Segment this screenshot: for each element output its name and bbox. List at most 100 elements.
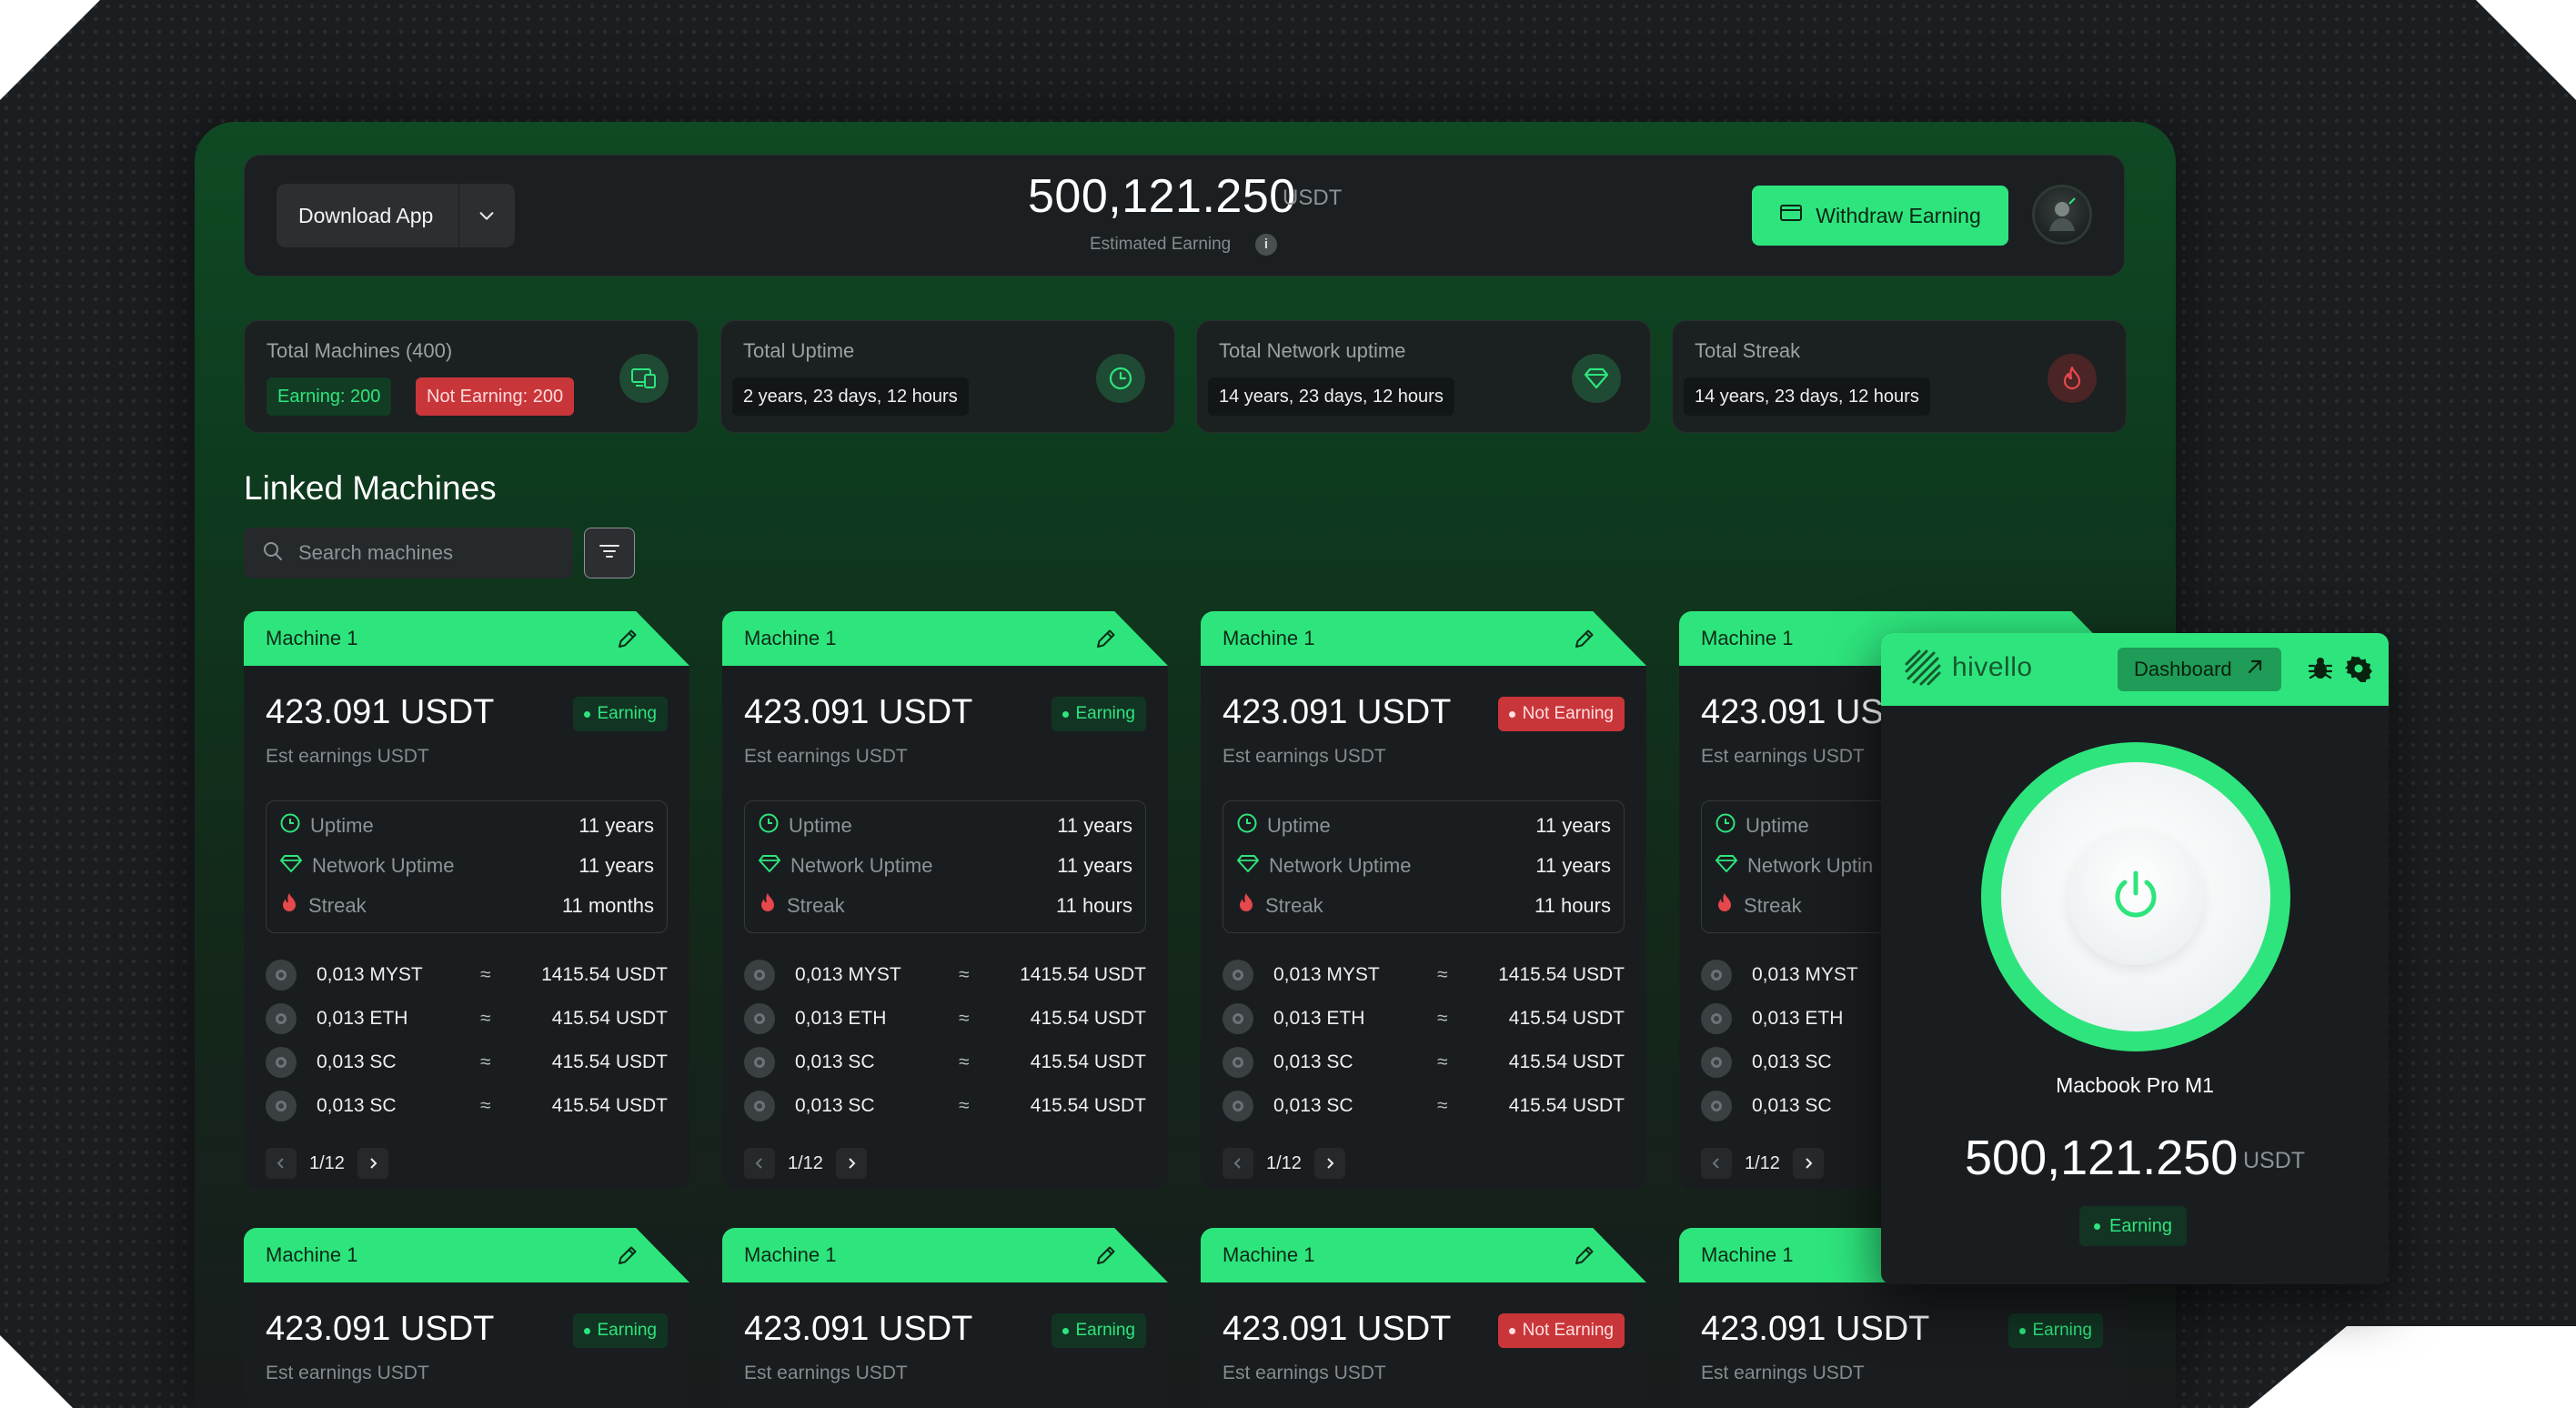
coin-row: 0,013 SC ≈415.54 USDT <box>1223 1084 1625 1128</box>
devices-icon <box>619 354 669 403</box>
total-machines-title: Total Machines (400) <box>267 339 453 362</box>
avatar[interactable] <box>2032 185 2092 245</box>
uptime-row: Uptime 11 years <box>1236 812 1611 840</box>
streak-value: 11 months <box>561 894 654 917</box>
search-machines-input[interactable] <box>298 541 562 565</box>
total-uptime-title: Total Uptime <box>743 339 855 362</box>
total-uptime-value: 2 years, 23 days, 12 hours <box>732 377 969 416</box>
clock-icon <box>279 812 301 840</box>
estimated-earning-label: Estimated Earning <box>1090 235 1232 254</box>
diamond-icon <box>758 853 781 879</box>
chevron-right-icon[interactable] <box>835 1148 867 1179</box>
chevron-left-icon[interactable] <box>744 1148 775 1179</box>
coin-row: 0,013 SC ≈415.54 USDT <box>744 1041 1146 1084</box>
edit-icon[interactable] <box>615 1242 640 1272</box>
status-badge: Earning <box>1051 697 1146 731</box>
chevron-down-icon[interactable] <box>459 206 514 226</box>
edit-icon[interactable] <box>1093 1242 1119 1272</box>
hivello-logo: hivello <box>1903 648 2033 688</box>
machine-card-header: Machine 1 <box>244 611 689 666</box>
chevron-left-icon[interactable] <box>1701 1148 1732 1179</box>
clock-icon <box>1715 812 1736 840</box>
info-icon[interactable]: i <box>1255 234 1277 256</box>
chevron-left-icon[interactable] <box>266 1148 297 1179</box>
eth-coin-icon <box>1701 1003 1732 1034</box>
machine-card[interactable]: Machine 1 423.091 USDT Earning Est earni… <box>722 1228 1168 1408</box>
chevron-left-icon[interactable] <box>1223 1148 1253 1179</box>
machine-card-body: 423.091 USDT Earning Est earnings USDT <box>722 1282 1168 1408</box>
streak-value: 11 hours <box>1535 894 1611 917</box>
machine-stats-box: Uptime 11 years Network Uptime 11 years St… <box>266 800 668 933</box>
power-disc <box>2001 762 2270 1031</box>
streak-label: Streak <box>1265 894 1323 917</box>
sc-coin-icon <box>1701 1091 1732 1121</box>
status-dot <box>583 710 590 718</box>
power-button[interactable] <box>2068 829 2204 965</box>
diamond-icon <box>1715 853 1738 879</box>
machine-card[interactable]: Machine 1 423.091 USDT Not Earning Est e… <box>1201 611 1646 1190</box>
filter-button[interactable] <box>584 528 635 578</box>
diamond-icon <box>279 853 303 879</box>
clock-icon <box>758 812 780 840</box>
status-dot <box>1062 1327 1069 1334</box>
sc-coin-icon <box>266 1047 297 1078</box>
coin-row: 0,013 SC ≈415.54 USDT <box>266 1041 668 1084</box>
status-label: Earning <box>2032 1321 2093 1340</box>
hivello-popup: hivello Dashboard Macbook Pro M1 500,121… <box>1881 633 2389 1284</box>
flame-icon <box>758 891 778 920</box>
popup-status-badge: Earning <box>2079 1206 2187 1246</box>
status-badge: Earning <box>1051 1313 1146 1348</box>
machine-card[interactable]: Machine 1 423.091 USDT Not Earning Est e… <box>1201 1228 1646 1408</box>
status-dot <box>1062 710 1069 718</box>
filter-icon <box>598 542 621 565</box>
download-app-dropdown[interactable]: Download App <box>277 184 515 247</box>
coin-pager: 1/12 <box>1223 1148 1345 1179</box>
gear-icon[interactable] <box>2345 655 2372 687</box>
machine-earnings-label: Est earnings USDT <box>1223 1363 1386 1383</box>
machine-card[interactable]: Machine 1 423.091 USDT Earning Est earni… <box>244 611 689 1190</box>
bug-icon[interactable] <box>2307 655 2334 687</box>
status-label: Earning <box>597 704 658 723</box>
machine-earnings-amount: 423.091 USDT <box>1701 1310 1930 1348</box>
estimated-earning-amount: 500,121.250 <box>1028 170 1296 223</box>
machine-earnings-label: Est earnings USDT <box>744 1363 908 1383</box>
withdraw-earning-button[interactable]: Withdraw Earning <box>1752 186 2008 246</box>
sc-coin-icon <box>1223 1091 1253 1121</box>
dashboard-button[interactable]: Dashboard <box>2118 648 2281 691</box>
machine-name: Machine 1 <box>744 627 837 649</box>
earning-count-badge: Earning: 200 <box>267 377 392 416</box>
coin-pager: 1/12 <box>744 1148 867 1179</box>
chevron-right-icon[interactable] <box>357 1148 388 1179</box>
machine-name: Machine 1 <box>266 1243 358 1266</box>
search-machines-field[interactable] <box>244 528 573 578</box>
total-streak-card: Total Streak 14 years, 23 days, 12 hours <box>1672 320 2127 433</box>
sc-coin-icon <box>744 1047 775 1078</box>
coin-row: 0,013 ETH ≈415.54 USDT <box>266 997 668 1041</box>
machine-card[interactable]: Machine 1 423.091 USDT Earning Est earni… <box>722 611 1168 1190</box>
status-dot <box>1508 1327 1515 1334</box>
streak-row: Streak 11 hours <box>758 892 1132 920</box>
network-uptime-row: Network Uptime 11 years <box>1236 852 1611 880</box>
edit-icon[interactable] <box>615 626 640 656</box>
download-app-label: Download App <box>298 203 434 227</box>
machine-earnings-amount: 423.091 USDT <box>744 1310 973 1348</box>
chevron-right-icon[interactable] <box>1792 1148 1824 1179</box>
edit-icon[interactable] <box>1572 626 1597 656</box>
uptime-label: Uptime <box>789 814 852 837</box>
streak-label: Streak <box>787 894 845 917</box>
machine-earnings-amount: 423.091 USDT <box>266 693 495 731</box>
machine-earnings-amount: 423.091 USI <box>1701 693 1894 731</box>
myst-coin-icon <box>266 960 297 991</box>
chevron-right-icon[interactable] <box>1313 1148 1345 1179</box>
edit-icon[interactable] <box>1572 1242 1597 1272</box>
status-badge: Not Earning <box>1497 697 1625 731</box>
power-ring <box>1981 742 2290 1051</box>
sc-coin-icon <box>1701 1047 1732 1078</box>
machine-card[interactable]: Machine 1 423.091 USDT Earning Est earni… <box>244 1228 689 1408</box>
machine-earnings-label: Est earnings USDT <box>266 1363 429 1383</box>
popup-machine-name: Macbook Pro M1 <box>2056 1073 2214 1097</box>
sc-coin-icon <box>1223 1047 1253 1078</box>
edit-icon[interactable] <box>1093 626 1119 656</box>
coin-list: 0,013 MYST ≈1415.54 USDT 0,013 ETH ≈415.54… <box>266 953 668 1128</box>
status-label: Not Earning <box>1522 1321 1614 1340</box>
